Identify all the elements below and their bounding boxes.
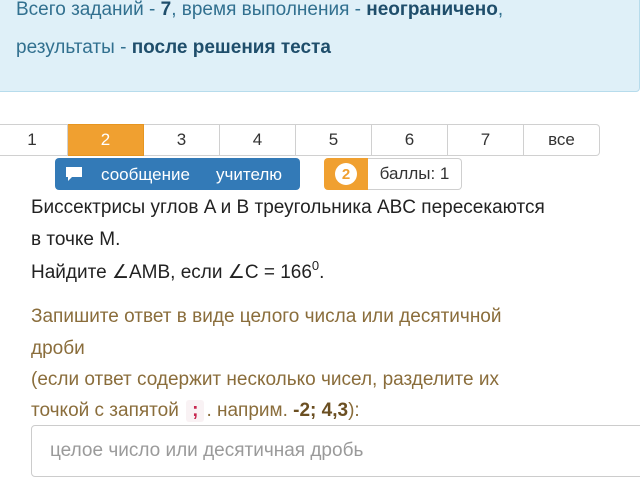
angle-symbol: ∠ (111, 262, 129, 283)
angle-given: C = 166 (244, 262, 312, 283)
separator-chip: ; (186, 400, 205, 422)
task-text-line1: Биссектрисы углов A и B треугольника ABC… (31, 197, 545, 218)
pager-item-1[interactable]: 1 (0, 124, 68, 156)
message-button-word1: сообщение (101, 165, 190, 184)
score-label: баллы: 1 (368, 158, 462, 190)
hint-line1: Запишите ответ в виде целого числа или д… (31, 306, 502, 327)
time-limit: неограничено (366, 0, 498, 20)
info-line-tasks: Всего заданий - 7, время выполнения - не… (16, 0, 504, 20)
pager-item-7[interactable]: 7 (448, 124, 524, 156)
hint-line4: точкой с запятой ;. наприм. -2; 4,3): (31, 400, 360, 422)
score-badge: 2 (324, 158, 368, 190)
example-answer: -2; 4,3 (293, 400, 349, 421)
pager-item-3[interactable]: 3 (144, 124, 220, 156)
angle-symbol: ∠ (227, 262, 245, 283)
hint-line3: (если ответ содержит несколько чисел, ра… (31, 369, 499, 390)
task-pager: 1 2 3 4 5 6 7 все (0, 124, 600, 158)
degree-superscript: 0 (311, 258, 320, 273)
info-line-results: результаты - после решения теста (16, 37, 331, 58)
answer-input[interactable] (31, 425, 640, 477)
pager-item-all[interactable]: все (524, 124, 600, 156)
task-text-line2: в точке M. (31, 229, 121, 250)
pager-item-5[interactable]: 5 (296, 124, 372, 156)
angle-target: AMB (128, 262, 171, 283)
info-panel: Всего заданий - 7, время выполнения - не… (0, 0, 640, 92)
score-value: 2 (335, 163, 357, 185)
hint-line2: дроби (31, 338, 85, 359)
message-button-word2: учителю (216, 165, 283, 184)
pager-item-2[interactable]: 2 (68, 124, 144, 156)
results-when: после решения теста (131, 37, 331, 58)
pager-item-4[interactable]: 4 (220, 124, 296, 156)
total-tasks: 7 (160, 0, 172, 20)
message-teacher-button[interactable]: сообщение учителю (55, 158, 300, 190)
score-indicator: 2 баллы: 1 (324, 158, 462, 190)
comment-icon (66, 167, 82, 181)
task-question: Найдите ∠AMB, если ∠C = 1660. (31, 258, 325, 283)
pager-item-6[interactable]: 6 (372, 124, 448, 156)
